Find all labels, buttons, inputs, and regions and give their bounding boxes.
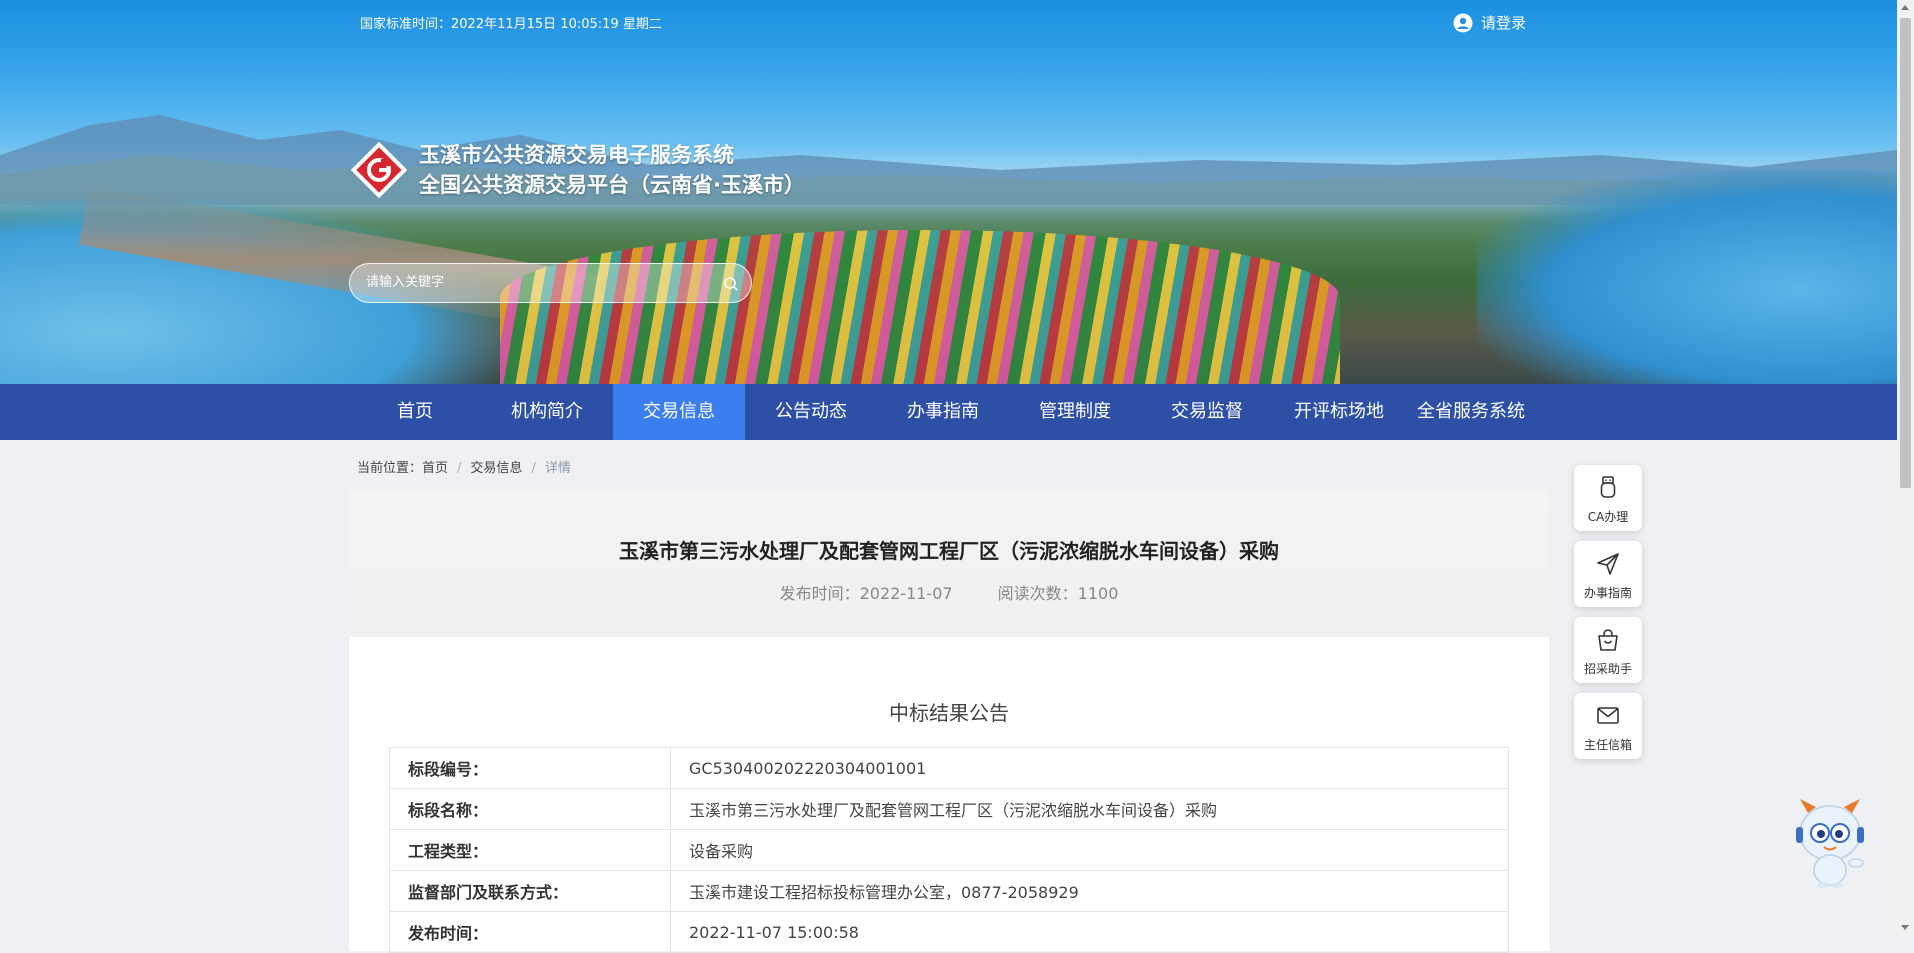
- standard-time: 国家标准时间：2022年11月15日 10:05:19 星期二: [360, 17, 662, 32]
- row-value: GC5304002022203040010​01: [670, 747, 1509, 789]
- paper-plane-icon: [1597, 553, 1619, 575]
- notice-title: 中标结果公告: [889, 701, 1009, 725]
- breadcrumb-prefix: 当前位置：: [357, 461, 423, 476]
- scroll-down-arrow-icon[interactable]: [1901, 925, 1909, 930]
- row-key: 标段名称：: [389, 788, 671, 830]
- breadcrumb-current: 详情: [544, 461, 571, 476]
- search-box[interactable]: [349, 263, 752, 303]
- tool-label: 主任信箱: [1583, 738, 1632, 752]
- row-key: 发布时间：: [389, 911, 671, 953]
- logo-emblem-icon: [351, 142, 407, 198]
- breadcrumb-home[interactable]: 首页: [422, 461, 448, 476]
- scroll-up-arrow-icon[interactable]: [1901, 5, 1909, 10]
- breadcrumb-section[interactable]: 交易信息: [470, 461, 522, 476]
- header-banner: [0, 0, 1897, 384]
- nav-item-home[interactable]: 首页: [349, 384, 481, 440]
- tool-label: CA办理: [1587, 510, 1629, 524]
- mail-icon: [1597, 707, 1619, 724]
- logo-title: 玉溪市公共资源交易电子服务系统: [419, 143, 734, 167]
- nav-item-guide[interactable]: 办事指南: [877, 384, 1009, 440]
- breadcrumb: 当前位置：首页 / 交易信息 / 详情: [357, 457, 571, 476]
- row-value: 2022-11-07 15:00:58: [670, 911, 1509, 953]
- scrollbar-thumb[interactable]: [1900, 18, 1911, 488]
- table-row: 标段名称： 玉溪市第三污水处理厂及配套管网工程厂区（污泥浓缩脱水车间设备）采购: [389, 788, 1509, 830]
- publish-time: 发布时间：2022-11-07: [779, 584, 953, 603]
- nav-item-about[interactable]: 机构简介: [481, 384, 613, 440]
- table-row: 标段编号： GC5304002022203040010​01: [389, 747, 1509, 789]
- row-value: 玉溪市建设工程招标投标管理办公室，0877-2058929: [670, 870, 1509, 912]
- lake-right: [1477, 170, 1897, 384]
- tool-director-mailbox[interactable]: 主任信箱: [1574, 693, 1642, 759]
- breadcrumb-separator: /: [531, 461, 536, 476]
- row-key: 标段编号：: [389, 747, 671, 789]
- article-card: 玉溪市第三污水处理厂及配套管网工程厂区（污泥浓缩脱水车间设备）采购 发布时间：2…: [349, 491, 1549, 953]
- row-key: 监督部门及联系方式：: [389, 870, 671, 912]
- nav-item-trade-info[interactable]: 交易信息: [613, 384, 745, 440]
- tool-ca-service[interactable]: CA办理: [1574, 465, 1642, 531]
- nav-item-announcements[interactable]: 公告动态: [745, 384, 877, 440]
- breadcrumb-separator: /: [457, 461, 462, 476]
- nav-item-province-system[interactable]: 全省服务系统: [1405, 384, 1537, 440]
- table-row: 监督部门及联系方式： 玉溪市建设工程招标投标管理办公室，0877-2058929: [389, 870, 1509, 912]
- side-toolbar: CA办理 办事指南 招采助手 主任信箱: [1574, 465, 1642, 769]
- tool-procurement-assistant[interactable]: 招采助手: [1574, 617, 1642, 683]
- tool-label: 招采助手: [1583, 662, 1632, 676]
- row-key: 工程类型：: [389, 829, 671, 871]
- usb-key-icon: [1600, 476, 1616, 498]
- shopping-bag-icon: [1598, 629, 1618, 651]
- site-logo[interactable]: 玉溪市公共资源交易电子服务系统 全国公共资源交易平台（云南省·玉溪市）: [351, 140, 805, 200]
- login-label[interactable]: 请登录: [1481, 12, 1526, 33]
- article-meta: 发布时间：2022-11-07 阅读次数：1100: [349, 580, 1549, 604]
- row-value: 设备采购: [670, 829, 1509, 871]
- tool-guide[interactable]: 办事指南: [1574, 541, 1642, 607]
- read-count: 阅读次数：1100: [997, 584, 1119, 603]
- article-title: 玉溪市第三污水处理厂及配套管网工程厂区（污泥浓缩脱水车间设备）采购: [619, 539, 1279, 563]
- nav-item-supervision[interactable]: 交易监督: [1141, 384, 1273, 440]
- flower-fields: [500, 230, 1340, 384]
- article-header: 玉溪市第三污水处理厂及配套管网工程厂区（污泥浓缩脱水车间设备）采购 发布时间：2…: [349, 491, 1549, 637]
- tool-label: 办事指南: [1583, 586, 1632, 600]
- row-value: 玉溪市第三污水处理厂及配套管网工程厂区（污泥浓缩脱水车间设备）采购: [670, 788, 1509, 830]
- main-nav: 首页 机构简介 交易信息 公告动态 办事指南 管理制度 交易监督 开评标场地 全…: [0, 384, 1897, 440]
- login-link[interactable]: 请登录: [1453, 12, 1526, 33]
- info-table: 标段编号： GC5304002022203040010​01 标段名称： 玉溪市…: [389, 747, 1509, 953]
- user-icon: [1453, 13, 1473, 32]
- search-input[interactable]: [364, 274, 708, 291]
- search-icon[interactable]: [723, 276, 739, 292]
- table-row: 发布时间： 2022-11-07 15:00:58: [389, 911, 1509, 953]
- nav-item-regulations[interactable]: 管理制度: [1009, 384, 1141, 440]
- chat-assistant-mascot-icon[interactable]: [1790, 795, 1870, 890]
- table-row: 工程类型： 设备采购: [389, 829, 1509, 871]
- nav-item-venue[interactable]: 开评标场地: [1273, 384, 1405, 440]
- logo-subtitle: 全国公共资源交易平台（云南省·玉溪市）: [419, 173, 805, 197]
